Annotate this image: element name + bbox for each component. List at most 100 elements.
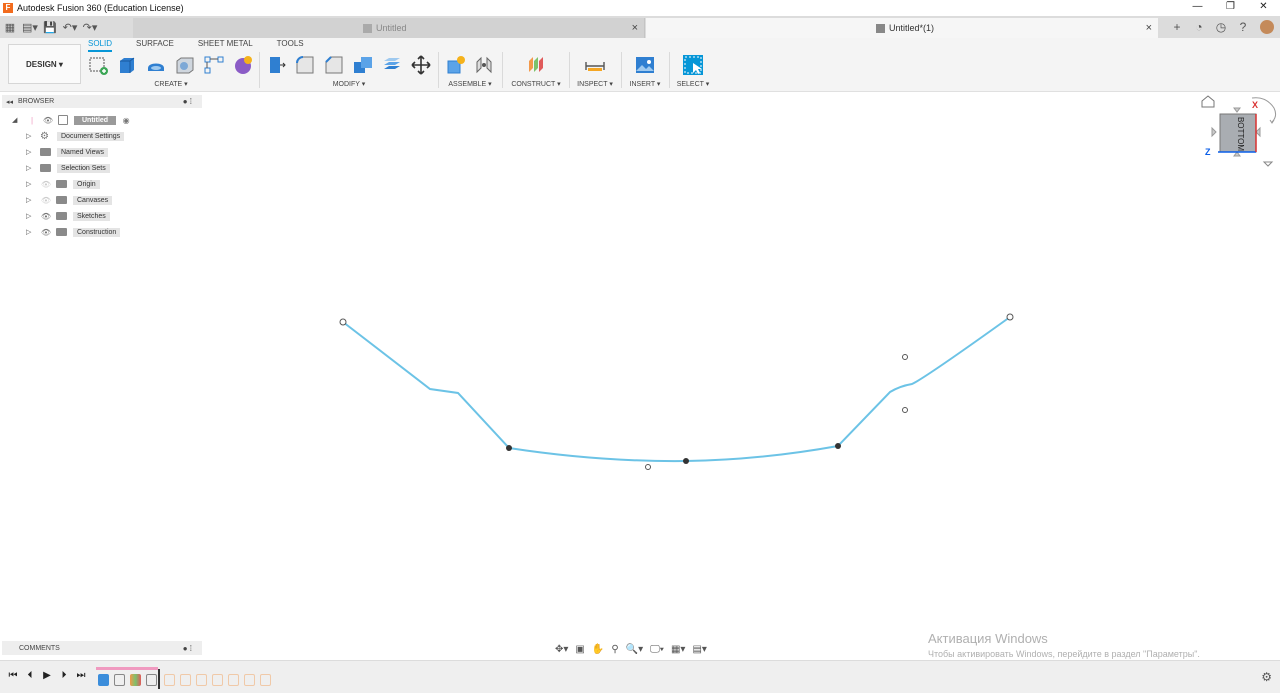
tab-sheet-metal[interactable]: SHEET METAL bbox=[198, 39, 253, 52]
ribbon-divider bbox=[502, 52, 503, 88]
joint-icon[interactable] bbox=[473, 53, 497, 77]
tab-tools[interactable]: TOOLS bbox=[277, 39, 304, 52]
modify-menu[interactable]: MODIFY ▾ bbox=[264, 80, 434, 88]
sketch-spline[interactable] bbox=[342, 316, 1011, 463]
rectangular-pattern-icon[interactable] bbox=[202, 53, 226, 77]
comments-panel[interactable]: COMMENTS ● ⁞ bbox=[2, 641, 202, 655]
avatar[interactable] bbox=[1260, 20, 1274, 34]
data-panel-grid-icon[interactable]: ▦ bbox=[0, 21, 20, 34]
select-arrow-icon[interactable] bbox=[681, 53, 705, 77]
extrude-icon[interactable] bbox=[115, 53, 139, 77]
timeline-sketch-feature-icon[interactable] bbox=[114, 674, 125, 686]
timeline-suppressed-feature-icon[interactable] bbox=[196, 674, 207, 686]
step-back-icon[interactable]: ⏴ bbox=[23, 670, 37, 681]
undo-icon[interactable]: ↶▾ bbox=[60, 21, 80, 34]
timeline-canvas-feature-icon[interactable] bbox=[98, 674, 109, 686]
create-sketch-icon[interactable] bbox=[86, 53, 110, 77]
pan-hand-icon[interactable]: ✋ bbox=[590, 644, 606, 655]
view-left-arrow-icon[interactable] bbox=[1211, 126, 1217, 138]
insert-menu[interactable]: INSERT ▾ bbox=[626, 80, 664, 88]
file-menu-icon[interactable]: ▤▾ bbox=[20, 21, 40, 34]
tab-solid[interactable]: SOLID bbox=[88, 39, 113, 52]
window-title: Autodesk Fusion 360 (Education License) bbox=[17, 2, 184, 13]
fillet-icon[interactable] bbox=[293, 53, 317, 77]
restore-button[interactable]: ❐ bbox=[1214, 0, 1247, 15]
sketch-fixed-point[interactable] bbox=[683, 458, 689, 464]
fusion-logo-icon: F bbox=[3, 2, 13, 13]
sketch-fixed-point[interactable] bbox=[835, 443, 841, 449]
construct-menu[interactable]: CONSTRUCT ▾ bbox=[508, 80, 564, 88]
assemble-menu[interactable]: ASSEMBLE ▾ bbox=[444, 80, 496, 88]
home-icon[interactable] bbox=[1201, 95, 1215, 108]
comments-add-icon[interactable]: ● ⁞ bbox=[183, 644, 192, 653]
go-to-start-icon[interactable]: ⏮ bbox=[6, 670, 20, 681]
timeline-suppressed-feature-icon[interactable] bbox=[228, 674, 239, 686]
offset-plane-icon[interactable] bbox=[524, 53, 548, 77]
sketch-handle-point[interactable] bbox=[902, 354, 908, 360]
document-cube-icon bbox=[363, 23, 372, 33]
orbit-icon[interactable]: ✥▾ bbox=[553, 644, 570, 655]
job-status-icon[interactable]: ◔ bbox=[1188, 20, 1210, 34]
workspace-switcher-button[interactable]: DESIGN ▾ bbox=[8, 44, 81, 84]
grid-settings-icon[interactable]: ▦▾ bbox=[669, 644, 687, 655]
offset-face-icon[interactable] bbox=[380, 53, 404, 77]
timeline-sketch-feature-icon[interactable] bbox=[146, 674, 157, 686]
press-pull-icon[interactable] bbox=[264, 53, 288, 77]
tab-untitled[interactable]: Untitled × bbox=[133, 18, 645, 38]
timeline-marker[interactable] bbox=[158, 669, 160, 689]
timeline-suppressed-feature-icon[interactable] bbox=[260, 674, 271, 686]
save-icon[interactable]: 💾 bbox=[40, 21, 60, 34]
viewcube[interactable]: BOTTOM X Z bbox=[1200, 92, 1280, 172]
form-icon[interactable] bbox=[231, 53, 255, 77]
redo-icon[interactable]: ↷▾ bbox=[80, 21, 100, 34]
revolve-icon[interactable] bbox=[144, 53, 168, 77]
close-tab-icon[interactable]: × bbox=[632, 22, 638, 34]
combine-icon[interactable] bbox=[351, 53, 375, 77]
tab-surface[interactable]: SURFACE bbox=[136, 39, 174, 52]
assemble-group: ASSEMBLE ▾ bbox=[444, 52, 496, 90]
timeline-track[interactable] bbox=[96, 665, 286, 689]
sketch-endpoint[interactable] bbox=[339, 318, 347, 326]
step-forward-icon[interactable]: ⏵ bbox=[57, 670, 71, 681]
play-icon[interactable]: ▶ bbox=[40, 670, 54, 681]
fit-zoom-icon[interactable]: 🔍▾ bbox=[624, 644, 645, 655]
sketch-canvas[interactable] bbox=[0, 92, 1280, 638]
inspect-menu[interactable]: INSPECT ▾ bbox=[574, 80, 616, 88]
tabbar-right-tools: + ◔ ◷ ? bbox=[1166, 16, 1280, 38]
sketch-handle-point[interactable] bbox=[645, 464, 651, 470]
view-up-arrow-icon[interactable] bbox=[1233, 107, 1241, 113]
new-component-icon[interactable] bbox=[444, 53, 468, 77]
minimize-button[interactable]: — bbox=[1181, 0, 1214, 15]
notifications-clock-icon[interactable]: ◷ bbox=[1210, 20, 1232, 34]
viewports-icon[interactable]: ▤▾ bbox=[690, 644, 708, 655]
create-menu[interactable]: CREATE ▾ bbox=[86, 80, 256, 88]
timeline-suppressed-feature-icon[interactable] bbox=[212, 674, 223, 686]
help-icon[interactable]: ? bbox=[1232, 20, 1254, 34]
close-window-button[interactable]: ✕ bbox=[1247, 0, 1280, 15]
chamfer-icon[interactable] bbox=[322, 53, 346, 77]
viewcube-menu-chevron-icon[interactable] bbox=[1262, 161, 1274, 167]
ribbon-divider bbox=[569, 52, 570, 88]
close-tab-icon[interactable]: × bbox=[1146, 22, 1152, 34]
sketch-fixed-point[interactable] bbox=[506, 445, 512, 451]
insert-image-icon[interactable] bbox=[633, 53, 657, 77]
select-menu[interactable]: SELECT ▾ bbox=[674, 80, 712, 88]
new-tab-plus-icon[interactable]: + bbox=[1166, 20, 1188, 34]
move-copy-icon[interactable] bbox=[409, 53, 433, 77]
timeline-suppressed-feature-icon[interactable] bbox=[180, 674, 191, 686]
sketch-handle-point[interactable] bbox=[902, 407, 908, 413]
zoom-icon[interactable]: ⚲ bbox=[609, 644, 620, 655]
timeline-settings-gear-icon[interactable]: ⚙ bbox=[1261, 670, 1272, 684]
window-titlebar: F Autodesk Fusion 360 (Education License… bbox=[0, 0, 1280, 15]
go-to-end-icon[interactable]: ⏭ bbox=[74, 670, 88, 681]
measure-icon[interactable] bbox=[583, 53, 607, 77]
display-settings-icon[interactable]: 🖵▾ bbox=[648, 644, 666, 655]
timeline-plane-feature-icon[interactable] bbox=[130, 674, 141, 686]
timeline-suppressed-feature-icon[interactable] bbox=[164, 674, 175, 686]
tab-untitled-1[interactable]: Untitled*(1) × bbox=[646, 18, 1158, 38]
ribbon-divider bbox=[438, 52, 439, 88]
timeline-suppressed-feature-icon[interactable] bbox=[244, 674, 255, 686]
shell-icon[interactable] bbox=[173, 53, 197, 77]
look-at-icon[interactable]: ▣ bbox=[573, 644, 586, 655]
sketch-endpoint[interactable] bbox=[1006, 313, 1014, 321]
